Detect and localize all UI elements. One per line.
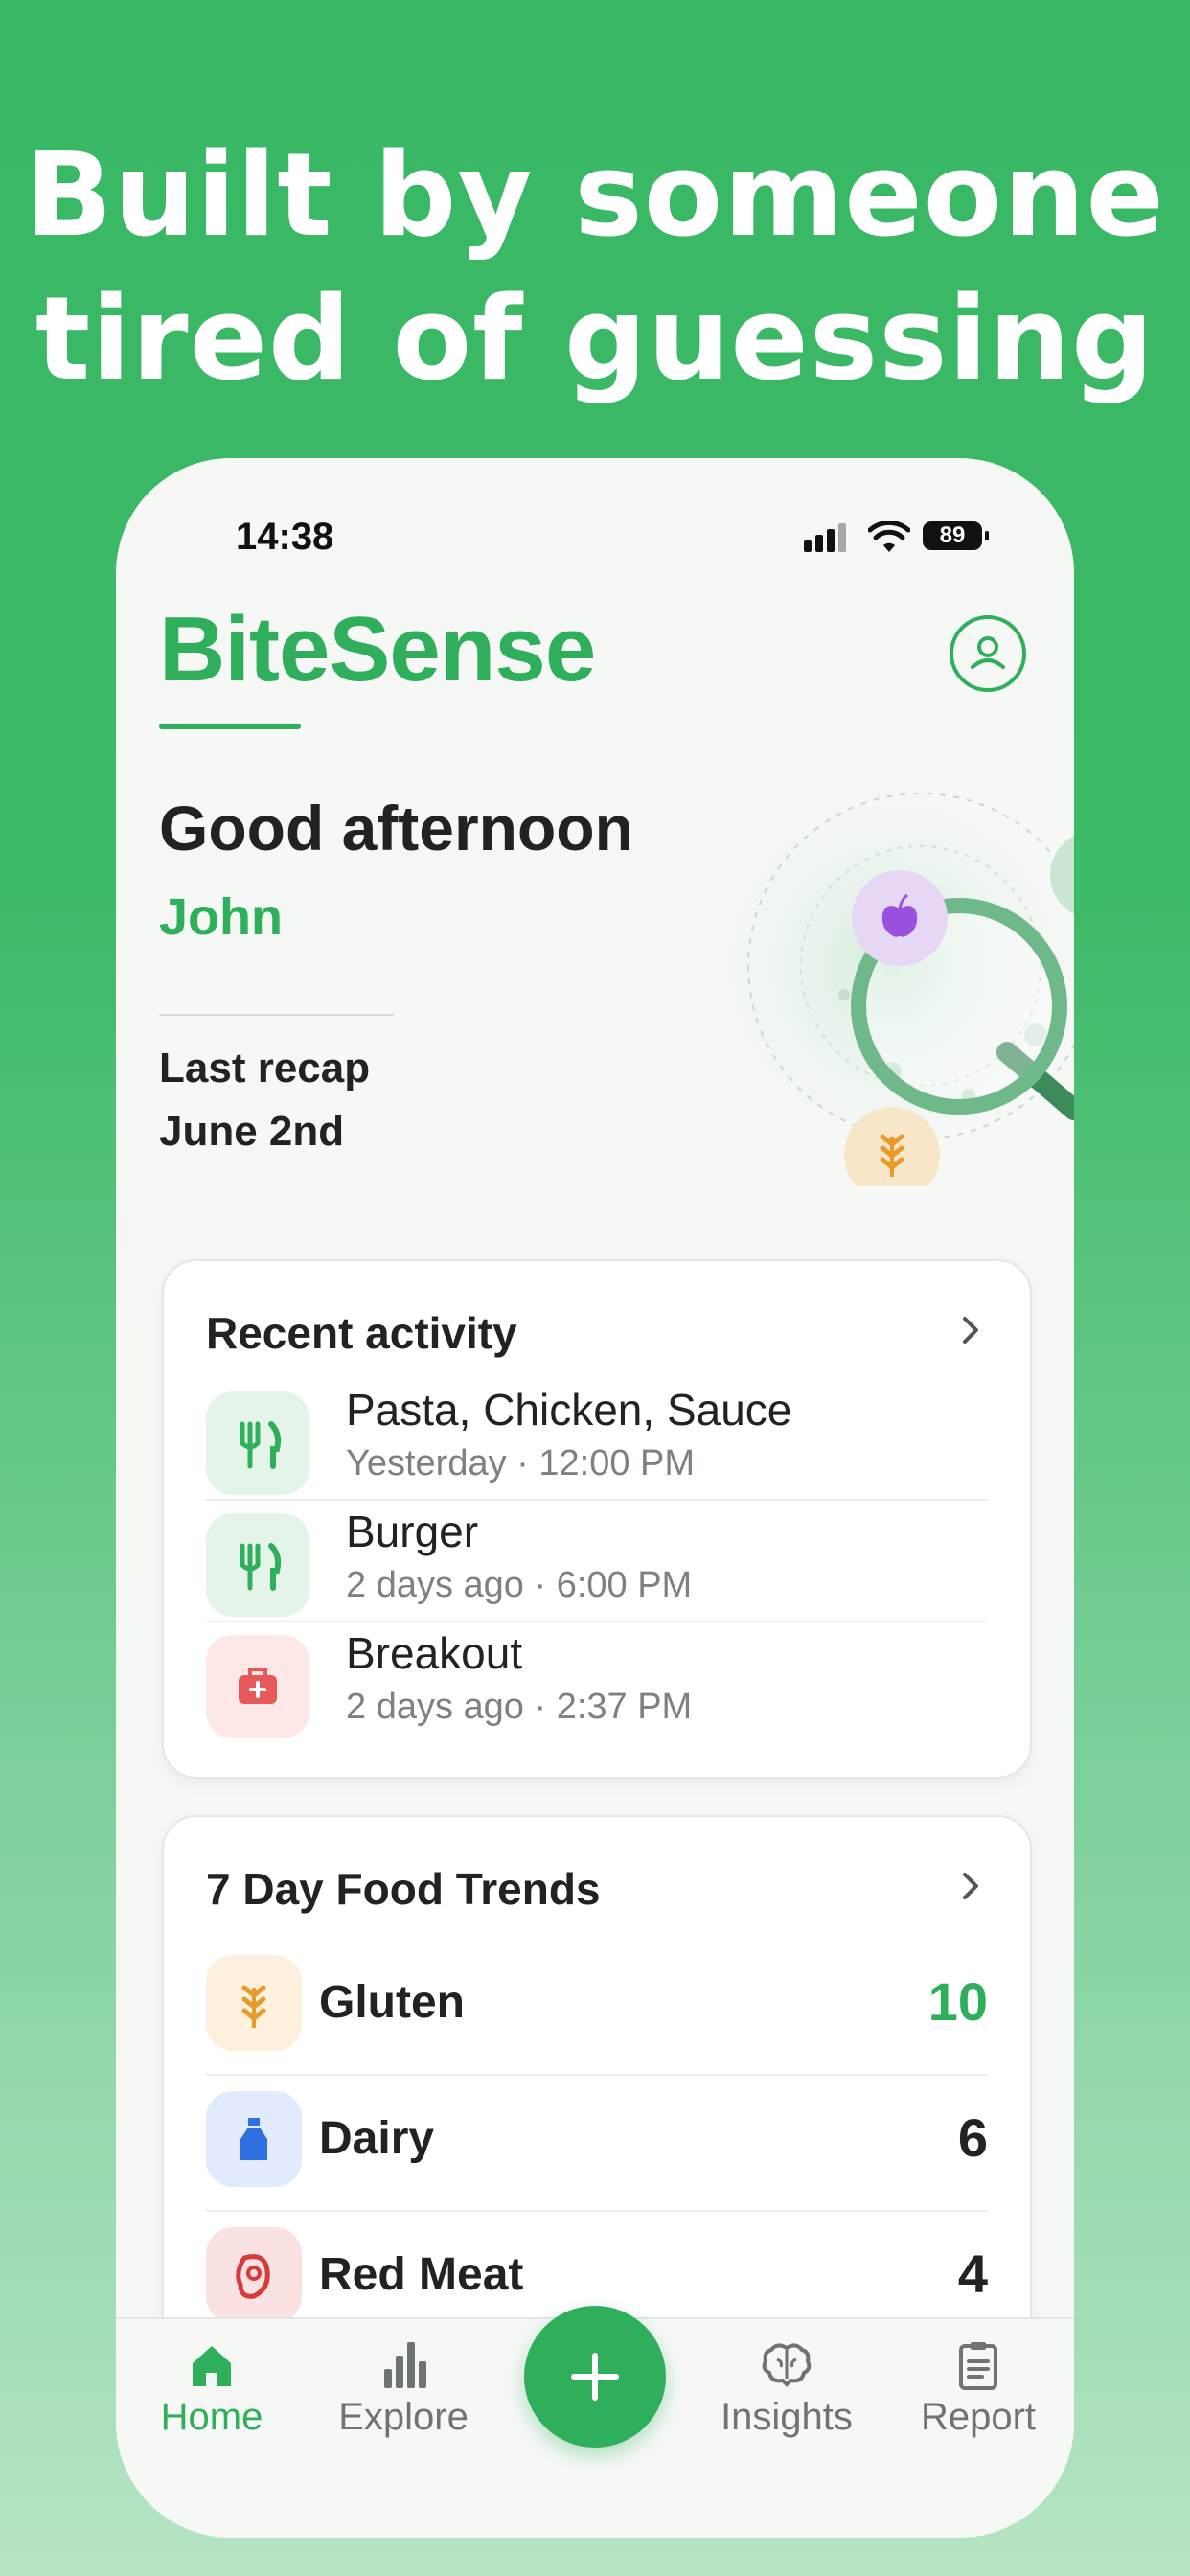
trend-label: Red Meat — [319, 2249, 524, 2300]
greeting-text: Good afternoon — [159, 793, 633, 863]
wifi-icon — [868, 521, 910, 552]
tab-label: Report — [920, 2396, 1037, 2438]
bar-chart-icon — [384, 2342, 426, 2388]
chevron-right-icon[interactable] — [955, 1867, 984, 1905]
battery-indicator: 89 — [923, 521, 989, 550]
activity-item[interactable]: Breakout 2 days ago · 2:37 PM — [206, 1627, 988, 1748]
steak-icon — [206, 2227, 302, 2323]
trend-label: Gluten — [319, 1977, 465, 2028]
activity-timestamp: 2 days ago · 2:37 PM — [346, 1687, 693, 1727]
activity-title: Pasta, Chicken, Sauce — [346, 1385, 792, 1435]
last-recap-date: June 2nd — [159, 1108, 345, 1155]
promo-headline: Built by someone tired of guessing — [0, 125, 1190, 412]
user-name: John — [159, 888, 283, 946]
brain-icon — [762, 2343, 812, 2387]
chevron-right-icon[interactable] — [955, 1311, 984, 1349]
apple-icon — [852, 870, 948, 966]
row-divider — [206, 1621, 988, 1622]
tab-label: Explore — [338, 2396, 469, 2438]
logo-underline — [159, 724, 301, 729]
activity-item[interactable]: Burger 2 days ago · 6:00 PM — [206, 1506, 988, 1626]
trend-label: Dairy — [319, 2113, 435, 2164]
recent-activity-title: Recent activity — [206, 1308, 517, 1358]
activity-title: Burger — [346, 1506, 479, 1556]
status-time: 14:38 — [236, 516, 334, 558]
tab-label: Home — [160, 2396, 263, 2438]
greeting-divider — [159, 1014, 394, 1016]
activity-timestamp: Yesterday · 12:00 PM — [346, 1443, 696, 1484]
activity-title: Breakout — [346, 1628, 523, 1678]
app-logo: BiteSense — [159, 598, 596, 701]
fork-knife-icon — [206, 1513, 309, 1617]
last-recap-label: Last recap — [159, 1045, 371, 1092]
row-divider — [206, 1499, 988, 1501]
trend-item-gluten[interactable]: Gluten 10 — [206, 1938, 988, 2074]
tab-label: Insights — [721, 2396, 853, 2438]
plus-icon — [571, 2353, 619, 2401]
home-icon — [193, 2346, 231, 2386]
profile-button[interactable] — [950, 615, 1026, 692]
trend-count: 6 — [957, 2107, 988, 2168]
headline-line-1: Built by someone — [25, 129, 1165, 263]
wheat-icon — [206, 1955, 302, 2051]
trend-count: 4 — [957, 2243, 988, 2304]
add-entry-button[interactable] — [524, 2306, 666, 2448]
headline-line-2: tired of guessing — [34, 273, 1156, 406]
trend-count: 10 — [927, 1971, 988, 2032]
activity-item[interactable]: Pasta, Chicken, Sauce Yesterday · 12:00 … — [206, 1384, 988, 1505]
food-trends-title: 7 Day Food Trends — [206, 1864, 601, 1914]
status-bar: 14:38 89 — [116, 516, 1074, 573]
user-icon — [971, 636, 1005, 669]
milk-bottle-icon — [206, 2091, 302, 2187]
phone-screen: 14:38 89 BiteSense Good afternoon John L… — [116, 458, 1074, 2538]
activity-timestamp: 2 days ago · 6:00 PM — [346, 1565, 693, 1605]
recent-activity-card[interactable]: Recent activity Pasta, Chicken, Sauce Ye… — [162, 1259, 1032, 1779]
tab-bar: Home Explore Insights Report — [116, 2306, 1074, 2538]
fork-knife-icon — [206, 1392, 309, 1495]
magnifier-illustration — [672, 746, 1074, 1186]
clipboard-icon — [959, 2342, 997, 2390]
medical-kit-icon — [206, 1635, 309, 1738]
trend-item-dairy[interactable]: Dairy 6 — [206, 2074, 988, 2210]
cellular-signal-icon — [804, 523, 850, 552]
